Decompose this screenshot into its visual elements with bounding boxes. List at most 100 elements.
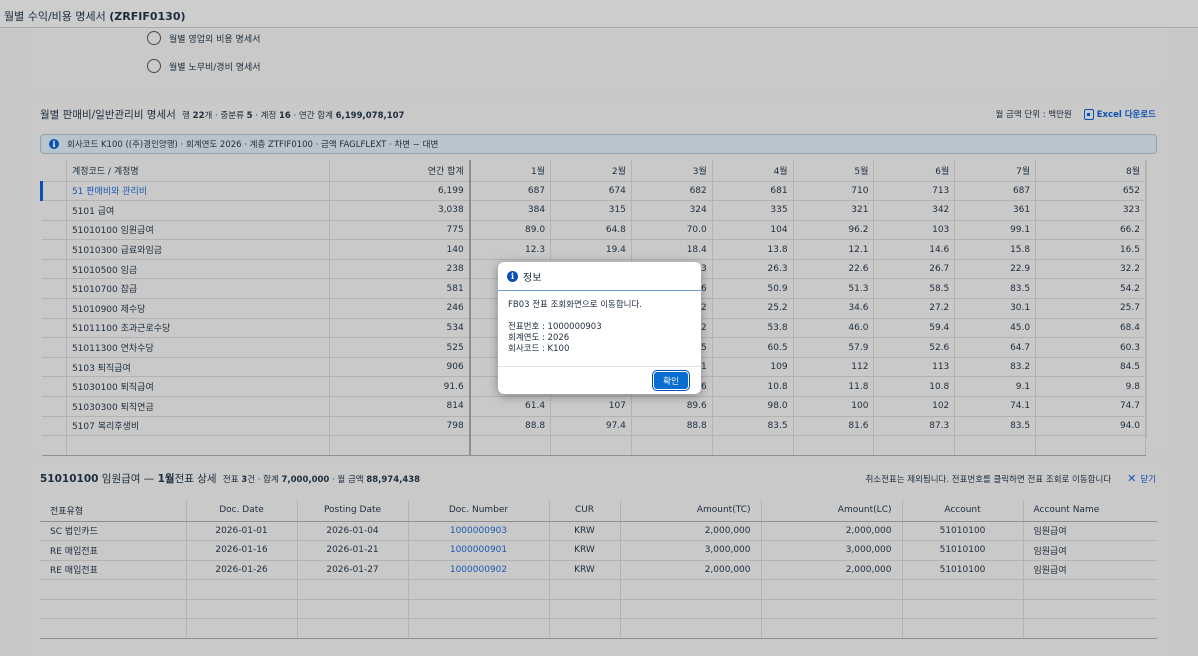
- currency-cell: KRW: [549, 560, 621, 581]
- amount-cell: 534: [329, 318, 471, 339]
- amount-cell: 16.5: [1035, 239, 1146, 260]
- radio-button[interactable]: [147, 59, 161, 73]
- row-selector[interactable]: [41, 337, 67, 358]
- close-detail-button[interactable]: ✕ 닫기: [1127, 472, 1156, 485]
- amount-cell: 681: [712, 181, 794, 202]
- report-selection-panel: 월별 영업외 비용 명세서 월별 노무비/경비 명세서: [30, 28, 1168, 90]
- account-cell: 51030300 퇴직연금: [66, 396, 330, 417]
- amount-cell: 50.9: [712, 278, 794, 300]
- detail-account-code: 51010100: [40, 473, 99, 485]
- row-selector[interactable]: [41, 396, 67, 417]
- amount-cell: 51.3: [793, 278, 875, 300]
- info-icon: i: [507, 270, 518, 282]
- amount-cell: 384: [469, 200, 552, 221]
- amount-cell: 9.8: [1035, 376, 1146, 398]
- empty-row: [40, 579, 1157, 600]
- amount-cell: 798: [329, 416, 471, 437]
- detail-panel: 51010100 임원급여 — 1월전표 상세 전표 3건 · 합계 7,000…: [30, 463, 1168, 656]
- amount-cell: 32.2: [1035, 259, 1146, 280]
- amount-cell: 15.8: [954, 239, 1037, 260]
- amount-cell: 89.0: [469, 220, 552, 241]
- amount-cell: 26.7: [873, 259, 956, 280]
- table-row[interactable]: 51010100 임원급여 775 89.0 64.8 70.0 104 96.2 103 99…: [41, 220, 1146, 241]
- row-selector[interactable]: [41, 318, 67, 339]
- summary-meta: 행 22개 · 중분류 5 · 계정 16 · 연간 합계 6,199,078,…: [182, 111, 405, 121]
- table-row[interactable]: 51 판매비와 관리비 6,199 687 674 682 681 710 713 687 652: [40, 181, 1146, 202]
- select-column-header: [41, 160, 67, 182]
- detail-note: 취소전표는 제외됩니다. 전표번호를 클릭하면 전표 조회로 이동합니다: [865, 474, 1112, 485]
- account-cell[interactable]: 51 판매비와 관리비: [66, 181, 330, 202]
- column-header: 1월: [469, 160, 552, 182]
- table-row: SC 법인카드 2026-01-01 2026-01-04 1000000903 KRW…: [40, 521, 1157, 542]
- row-selector[interactable]: [41, 376, 67, 398]
- info-dialog: i 정보 FB03 전표 조회화면으로 이동합니다. 전표번호 : 100000…: [498, 262, 701, 394]
- row-selector[interactable]: [41, 357, 67, 378]
- amount-cell: 13.8: [712, 239, 794, 260]
- doc-number-link[interactable]: 1000000903: [408, 521, 550, 542]
- amount-cell: 84.5: [1035, 357, 1146, 378]
- amount-cell: 11.8: [793, 376, 875, 398]
- amount-cell: 906: [329, 357, 471, 378]
- amount-cell: 83.5: [712, 416, 794, 437]
- row-selector[interactable]: [41, 239, 67, 260]
- amount-cell: 27.2: [873, 298, 956, 319]
- amount-cell: 12.3: [469, 239, 552, 260]
- table-row[interactable]: 5101 급여 3,038 384 315 324 335 321 342 361 323: [41, 200, 1146, 221]
- radio-button[interactable]: [147, 31, 161, 45]
- detail-month: 1월: [157, 473, 175, 485]
- table-row[interactable]: 51030300 퇴직연금 814 61.4 107 89.6 98.0 100 102 74.…: [41, 396, 1146, 417]
- amount-cell: 9.1: [954, 376, 1037, 398]
- amount-cell: 60.3: [1035, 337, 1146, 358]
- currency-cell: KRW: [549, 540, 621, 561]
- row-selector[interactable]: [40, 181, 67, 202]
- excel-download-button[interactable]: Excel 다운로드: [1083, 108, 1156, 120]
- unit-label: 월 금액 단위 : 백만원: [995, 110, 1072, 120]
- row-selector[interactable]: [41, 259, 67, 280]
- doc-number-link[interactable]: 1000000902: [408, 560, 550, 581]
- account-cell: 51010100: [902, 540, 1024, 561]
- amount-cell: 361: [954, 200, 1037, 221]
- row-selector[interactable]: [41, 298, 67, 319]
- close-label: 닫기: [1140, 474, 1156, 485]
- amount-cell: 61.4: [469, 396, 552, 417]
- column-header: 연간 합계: [329, 160, 471, 182]
- dialog-company-code: 회사코드 : K100: [508, 344, 570, 354]
- account-cell: 51010100: [902, 560, 1024, 581]
- table-row[interactable]: 5107 복리후생비 798 88.8 97.4 88.8 83.5 81.6 87.3 83.…: [41, 416, 1146, 437]
- table-row[interactable]: 51010300 급료와임금 140 12.3 19.4 18.4 13.8 12.1 14.…: [41, 239, 1146, 260]
- row-selector[interactable]: [41, 416, 67, 437]
- doc-number-link[interactable]: 1000000901: [408, 540, 550, 561]
- program-code: (ZRFIF0130): [109, 10, 186, 23]
- column-header: CUR: [549, 500, 621, 522]
- amount-cell: 30.1: [954, 298, 1037, 319]
- amount-cell: 68.4: [1035, 318, 1146, 339]
- row-selector[interactable]: [41, 220, 67, 241]
- amount-cell: 321: [793, 200, 875, 221]
- amount-cell: 14.6: [873, 239, 956, 260]
- amount-cell: 112: [793, 357, 875, 378]
- row-selector[interactable]: [41, 278, 67, 300]
- detail-meta: 전표 3건 · 합계 7,000,000 · 월 금액 88,974,438: [222, 475, 421, 485]
- amount-cell: 64.7: [954, 337, 1037, 358]
- radio-label: 월별 노무비/경비 명세서: [169, 62, 261, 73]
- empty-row: [41, 435, 1146, 456]
- amount-cell: 74.7: [1035, 396, 1146, 417]
- vertical-scrollbar[interactable]: [1146, 160, 1157, 438]
- amount-cell: 103: [873, 220, 956, 241]
- posting-date-cell: 2026-01-04: [297, 521, 409, 542]
- doc-date-cell: 2026-01-26: [186, 560, 298, 581]
- column-header: Doc. Number: [408, 500, 550, 522]
- doc-type-cell: RE 매입전표: [40, 540, 187, 561]
- account-cell: 51010300 급료와임금: [66, 239, 330, 260]
- amount-cell: 96.2: [793, 220, 875, 241]
- row-selector[interactable]: [41, 200, 67, 221]
- amount-cell: 83.2: [954, 357, 1037, 378]
- amount-cell: 59.4: [873, 318, 956, 339]
- radio-option-labor[interactable]: 월별 노무비/경비 명세서: [147, 59, 261, 73]
- dialog-doc-number: 전표번호 : 1000000903: [508, 322, 602, 332]
- amount-cell: 53.8: [712, 318, 794, 339]
- info-strip: i 회사코드 K100 ((주)경인양행) · 회계연도 2026 · 계층 Z…: [40, 134, 1157, 154]
- radio-option-nonop[interactable]: 월별 영업외 비용 명세서: [147, 31, 260, 45]
- ok-button[interactable]: 확인: [652, 370, 690, 391]
- doc-type-cell: SC 법인카드: [40, 521, 187, 542]
